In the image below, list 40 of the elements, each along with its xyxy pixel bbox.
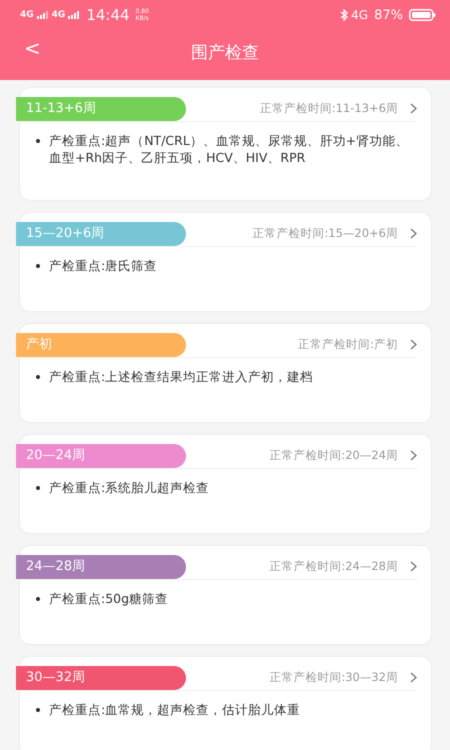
- normal-time-text: 正常产检时间:20—24周: [268, 448, 398, 463]
- network-label: 4G: [351, 8, 368, 22]
- exam-focus-text: 产检重点:唐氏筛查: [49, 257, 158, 274]
- bullet-icon: [36, 486, 40, 490]
- chevron-right-icon[interactable]: [410, 450, 417, 461]
- bluetooth-icon: [340, 9, 348, 21]
- period-tag: 11-13+6周: [16, 96, 186, 120]
- chevron-right-icon[interactable]: [410, 339, 417, 350]
- bullet-icon: [36, 264, 40, 268]
- bullet-icon: [36, 139, 40, 143]
- bullet-icon: [36, 597, 40, 601]
- normal-time-text: 正常产检时间:30—32周: [268, 670, 398, 685]
- network-label: 4G: [20, 10, 34, 20]
- exam-focus-text: 产检重点:50g糖筛查: [49, 590, 168, 607]
- battery-icon: [409, 9, 436, 21]
- period-tag: 15—20+6周: [16, 222, 186, 246]
- normal-time-text: 正常产检时间:产初: [297, 337, 398, 352]
- normal-time-text: 正常产检时间:11-13+6周: [258, 101, 398, 116]
- network-label: 4G: [52, 10, 66, 20]
- signal-icon: [68, 11, 80, 19]
- exam-focus-text: 产检重点:上述检查结果均正常进入产初，建档: [49, 368, 314, 385]
- period-tag: 30—32周: [16, 666, 186, 690]
- chevron-right-icon[interactable]: [410, 672, 417, 683]
- period-tag: 20—24周: [16, 444, 186, 468]
- chevron-right-icon[interactable]: [410, 103, 417, 114]
- exam-focus-text: 产检重点:血常规，超声检查，估计胎儿体重: [49, 701, 300, 718]
- signal-icon: [36, 11, 49, 19]
- chevron-right-icon[interactable]: [410, 561, 417, 572]
- period-tag: 24—28周: [16, 554, 186, 578]
- exam-focus-text: 产检重点:超声（NT/CRL）、血常规、尿常规、肝功+肾功能、血型+Rh因子、乙肝五项，HCV、HIV、RPR: [49, 132, 410, 166]
- battery-percent: 87%: [374, 8, 403, 22]
- clock-time: 14:44: [86, 6, 130, 24]
- bullet-icon: [36, 375, 40, 379]
- chevron-right-icon[interactable]: [410, 228, 417, 239]
- exam-focus-text: 产检重点:系统胎儿超声检查: [49, 479, 210, 496]
- page-title: 围产检查: [191, 42, 259, 64]
- period-tag: 产初: [16, 332, 186, 356]
- normal-time-text: 正常产检时间:24—28周: [268, 559, 398, 574]
- normal-time-text: 正常产检时间:15—20+6周: [251, 226, 398, 241]
- bullet-icon: [36, 708, 40, 712]
